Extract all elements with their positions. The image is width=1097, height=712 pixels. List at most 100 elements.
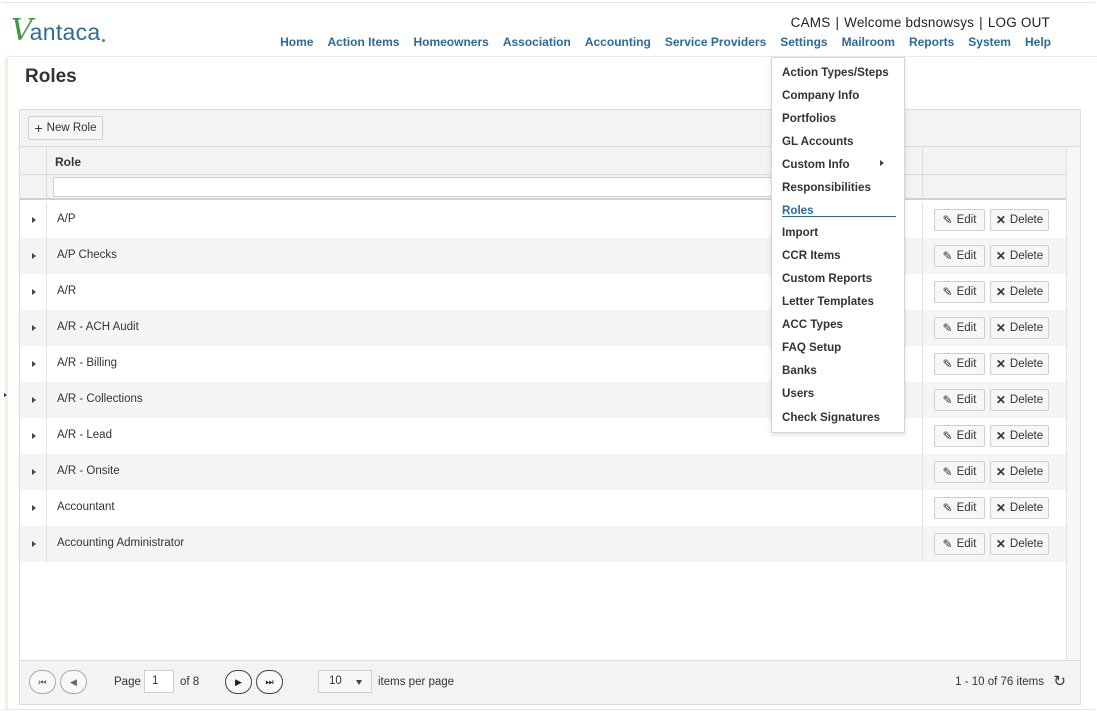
row-expander[interactable] <box>20 274 47 310</box>
pencil-icon: ✎ <box>942 429 953 443</box>
menu-item-gl-accounts[interactable]: GL Accounts <box>782 135 854 148</box>
edit-button[interactable]: ✎ Edit <box>934 281 985 303</box>
nav-home[interactable]: Home <box>280 35 313 49</box>
roles-grid: + New Role Role A/P ✎ Edit ✕ Delete A/P Ch… <box>19 109 1081 705</box>
row-actions: ✎ Edit ✕ Delete <box>922 490 1066 526</box>
nav-homeowners[interactable]: Homeowners <box>413 35 488 49</box>
column-header-role[interactable]: Role <box>55 155 81 169</box>
edit-button[interactable]: ✎ Edit <box>934 209 985 231</box>
new-role-button[interactable]: + New Role <box>28 116 103 140</box>
menu-item-action-types[interactable]: Action Types/Steps <box>782 66 889 79</box>
edit-button[interactable]: ✎ Edit <box>934 389 985 411</box>
edit-label: Edit <box>956 250 977 262</box>
edit-button[interactable]: ✎ Edit <box>934 497 985 519</box>
delete-button[interactable]: ✕ Delete <box>990 209 1049 231</box>
menu-item-letter-templates[interactable]: Letter Templates <box>782 295 874 308</box>
nav-association[interactable]: Association <box>503 35 571 49</box>
edit-label: Edit <box>956 502 977 514</box>
row-expander[interactable] <box>20 310 47 346</box>
nav-accounting[interactable]: Accounting <box>585 35 651 49</box>
left-accent-bar <box>5 57 8 709</box>
role-name: Accountant <box>57 501 115 513</box>
nav-settings[interactable]: Settings <box>780 35 827 49</box>
menu-item-check-signatures[interactable]: Check Signatures <box>782 411 880 424</box>
edit-button[interactable]: ✎ Edit <box>934 353 985 375</box>
row-expander[interactable] <box>20 346 47 382</box>
next-page-icon[interactable]: ▶ <box>225 670 252 694</box>
grid-toolbar: + New Role <box>20 110 1080 147</box>
edit-label: Edit <box>956 466 977 478</box>
logout-link[interactable]: LOG OUT <box>988 15 1050 30</box>
menu-item-faq-setup[interactable]: FAQ Setup <box>782 341 841 354</box>
delete-button[interactable]: ✕ Delete <box>990 389 1049 411</box>
close-icon: ✕ <box>995 285 1006 299</box>
nav-reports[interactable]: Reports <box>909 35 954 49</box>
menu-item-custom-reports[interactable]: Custom Reports <box>782 272 872 285</box>
page-size-select[interactable]: 10 <box>318 670 372 693</box>
close-icon: ✕ <box>995 465 1006 479</box>
page-label: Page <box>114 676 141 688</box>
delete-button[interactable]: ✕ Delete <box>990 533 1049 555</box>
expand-arrow-icon <box>32 397 36 403</box>
nav-system[interactable]: System <box>968 35 1011 49</box>
grid-scrollbar[interactable] <box>1066 147 1080 660</box>
expand-arrow-icon <box>32 217 36 223</box>
delete-button[interactable]: ✕ Delete <box>990 317 1049 339</box>
row-expander[interactable] <box>20 238 47 274</box>
delete-button[interactable]: ✕ Delete <box>990 425 1049 447</box>
header-divider <box>8 56 1097 57</box>
menu-item-ccr-items[interactable]: CCR Items <box>782 249 841 262</box>
edit-button[interactable]: ✎ Edit <box>934 317 985 339</box>
menu-item-responsibilities[interactable]: Responsibilities <box>782 181 871 194</box>
row-expander[interactable] <box>20 418 47 454</box>
nav-action-items[interactable]: Action Items <box>327 35 399 49</box>
vantaca-logo[interactable]: V antaca <box>11 10 105 46</box>
menu-item-portfolios[interactable]: Portfolios <box>782 112 836 125</box>
first-page-icon[interactable]: ⏮ <box>29 670 56 694</box>
edit-button[interactable]: ✎ Edit <box>934 245 985 267</box>
collapse-caret-icon[interactable] <box>4 393 7 397</box>
prev-page-icon[interactable]: ◀ <box>60 670 87 694</box>
row-expander[interactable] <box>20 454 47 490</box>
role-filter-input[interactable] <box>53 177 788 197</box>
delete-button[interactable]: ✕ Delete <box>990 281 1049 303</box>
delete-button[interactable]: ✕ Delete <box>990 353 1049 375</box>
nav-service-providers[interactable]: Service Providers <box>665 35 766 49</box>
row-expander[interactable] <box>20 382 47 418</box>
menu-item-import[interactable]: Import <box>782 226 818 239</box>
role-name: A/R <box>57 285 77 297</box>
delete-button[interactable]: ✕ Delete <box>990 497 1049 519</box>
edit-button[interactable]: ✎ Edit <box>934 461 985 483</box>
refresh-icon[interactable]: ↻ <box>1053 672 1066 690</box>
close-icon: ✕ <box>995 393 1006 407</box>
active-underline <box>782 216 896 217</box>
edit-label: Edit <box>956 538 977 550</box>
role-name: Accounting Administrator <box>57 537 185 549</box>
delete-button[interactable]: ✕ Delete <box>990 461 1049 483</box>
menu-item-company-info[interactable]: Company Info <box>782 89 859 102</box>
edit-button[interactable]: ✎ Edit <box>934 533 985 555</box>
table-row: A/R - ACH Audit ✎ Edit ✕ Delete <box>20 310 1066 346</box>
menu-item-banks[interactable]: Banks <box>782 364 817 377</box>
row-actions: ✎ Edit ✕ Delete <box>922 382 1066 418</box>
nav-help[interactable]: Help <box>1025 35 1051 49</box>
filter-row <box>20 175 1066 200</box>
delete-button[interactable]: ✕ Delete <box>990 245 1049 267</box>
menu-item-custom-info[interactable]: Custom Info <box>782 158 850 171</box>
nav-mailroom[interactable]: Mailroom <box>842 35 895 49</box>
row-expander[interactable] <box>20 490 47 526</box>
close-icon: ✕ <box>995 537 1006 551</box>
page-title: Roles <box>25 66 77 87</box>
edit-label: Edit <box>956 358 977 370</box>
menu-item-acc-types[interactable]: ACC Types <box>782 318 843 331</box>
page-number-input[interactable]: 1 <box>144 670 174 693</box>
row-expander[interactable] <box>20 526 47 562</box>
table-row: Accountant ✎ Edit ✕ Delete <box>20 490 1066 526</box>
last-page-icon[interactable]: ⏭ <box>256 670 283 694</box>
plus-icon: + <box>34 120 43 136</box>
menu-item-users[interactable]: Users <box>782 387 814 400</box>
expand-arrow-icon <box>32 433 36 439</box>
top-nav: Home Action Items Homeowners Association… <box>280 35 1051 49</box>
edit-button[interactable]: ✎ Edit <box>934 425 985 447</box>
row-expander[interactable] <box>20 202 47 238</box>
